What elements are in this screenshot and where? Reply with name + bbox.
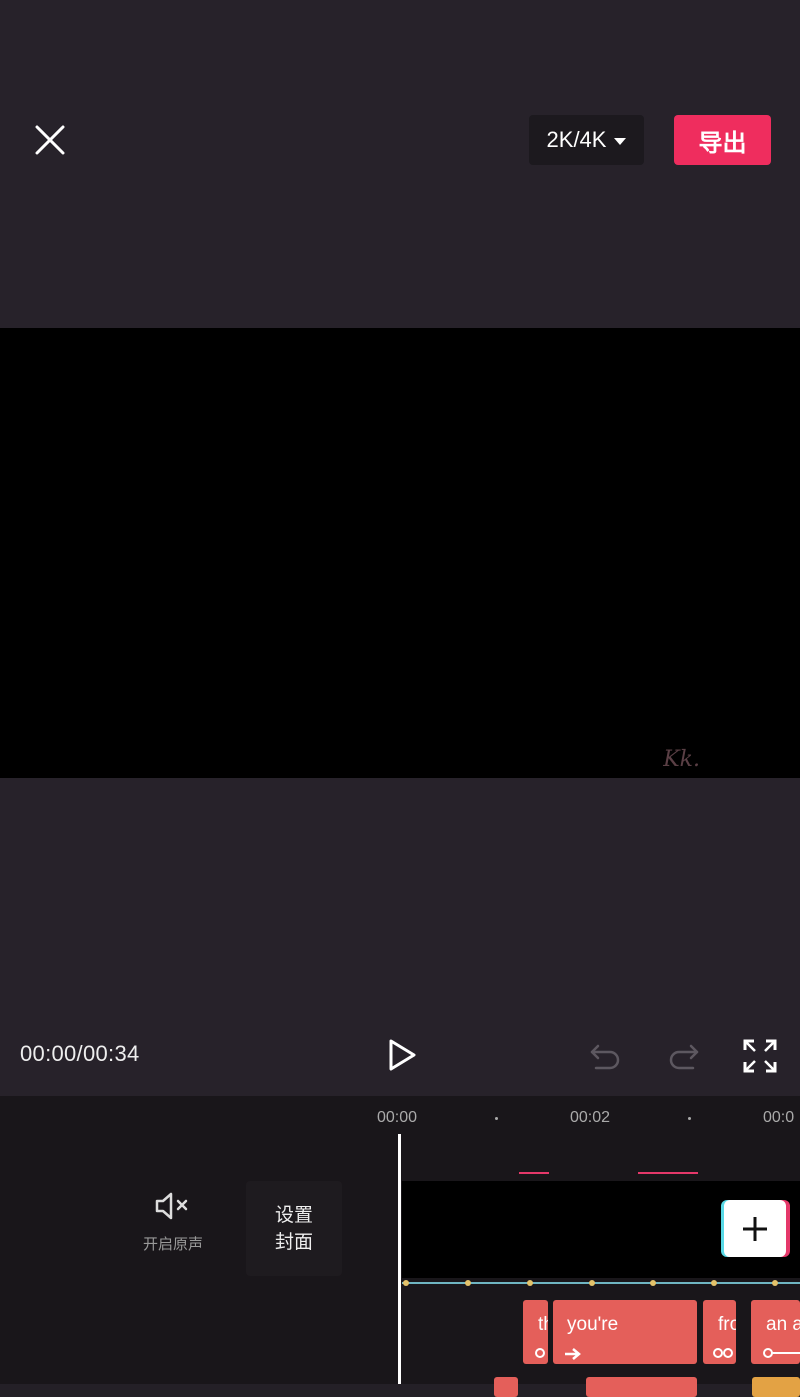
- text-clip[interactable]: [494, 1377, 518, 1397]
- play-button[interactable]: [383, 1035, 423, 1075]
- effect-marker: [638, 1172, 698, 1174]
- effect-marker: [519, 1172, 549, 1174]
- text-clip[interactable]: th: [523, 1300, 548, 1364]
- audio-keyframe: [772, 1280, 778, 1286]
- ruler-label: 00:02: [570, 1109, 611, 1126]
- loop-icon: [713, 1348, 733, 1358]
- audio-track[interactable]: [402, 1282, 800, 1284]
- fullscreen-icon: [743, 1039, 777, 1073]
- redo-icon: [669, 1044, 699, 1070]
- timecode: 00:00/00:34: [20, 1041, 140, 1066]
- cover-label-line1: 设置: [274, 1204, 313, 1226]
- clip-text: you're: [567, 1314, 619, 1335]
- ruler-label: 00:00: [377, 1109, 418, 1126]
- clip-text: th: [538, 1314, 548, 1335]
- text-clip[interactable]: fro: [703, 1300, 736, 1364]
- clip-text: an a: [766, 1314, 800, 1335]
- mute-toggle[interactable]: 开启原声: [130, 1190, 216, 1262]
- add-clip-button[interactable]: [724, 1200, 786, 1257]
- text-clip[interactable]: [752, 1377, 800, 1397]
- playhead[interactable]: [398, 1134, 401, 1384]
- ruler-label: 00:0: [763, 1109, 795, 1126]
- audio-keyframe: [403, 1280, 409, 1286]
- link-icon: [535, 1348, 545, 1358]
- export-button[interactable]: 导出: [674, 115, 771, 165]
- cover-label-line2: 封面: [274, 1231, 313, 1253]
- close-icon: [35, 125, 65, 155]
- export-label: 导出: [698, 129, 747, 157]
- text-clip[interactable]: [586, 1377, 697, 1397]
- slider-icon: [763, 1348, 800, 1358]
- resolution-label: 2K/4K: [546, 127, 607, 152]
- audio-keyframe: [465, 1280, 471, 1286]
- text-clip[interactable]: you're: [553, 1300, 697, 1364]
- clip-text: fro: [718, 1314, 736, 1335]
- mute-label: 开启原声: [142, 1236, 203, 1253]
- ruler-tick: [495, 1117, 498, 1120]
- fullscreen-button[interactable]: [740, 1036, 780, 1076]
- caret-down-icon: [614, 137, 627, 145]
- audio-keyframe: [711, 1280, 717, 1286]
- ruler-tick: [688, 1117, 691, 1120]
- undo-button[interactable]: [588, 1038, 624, 1074]
- watermark: Kk.: [663, 747, 700, 772]
- undo-icon: [590, 1044, 620, 1070]
- play-icon: [389, 1039, 416, 1071]
- video-preview[interactable]: Kk.: [0, 328, 800, 778]
- speaker-muted-icon: [155, 1192, 188, 1220]
- audio-keyframe: [650, 1280, 656, 1286]
- close-button[interactable]: [30, 120, 70, 160]
- audio-keyframe: [589, 1280, 595, 1286]
- plus-icon: [743, 1216, 767, 1241]
- arrow-right-icon: [565, 1348, 581, 1360]
- resolution-dropdown[interactable]: 2K/4K: [529, 115, 644, 165]
- text-clip[interactable]: an a: [751, 1300, 800, 1364]
- redo-button[interactable]: [665, 1038, 701, 1074]
- audio-keyframe: [527, 1280, 533, 1286]
- set-cover-button[interactable]: 设置 封面: [246, 1181, 342, 1276]
